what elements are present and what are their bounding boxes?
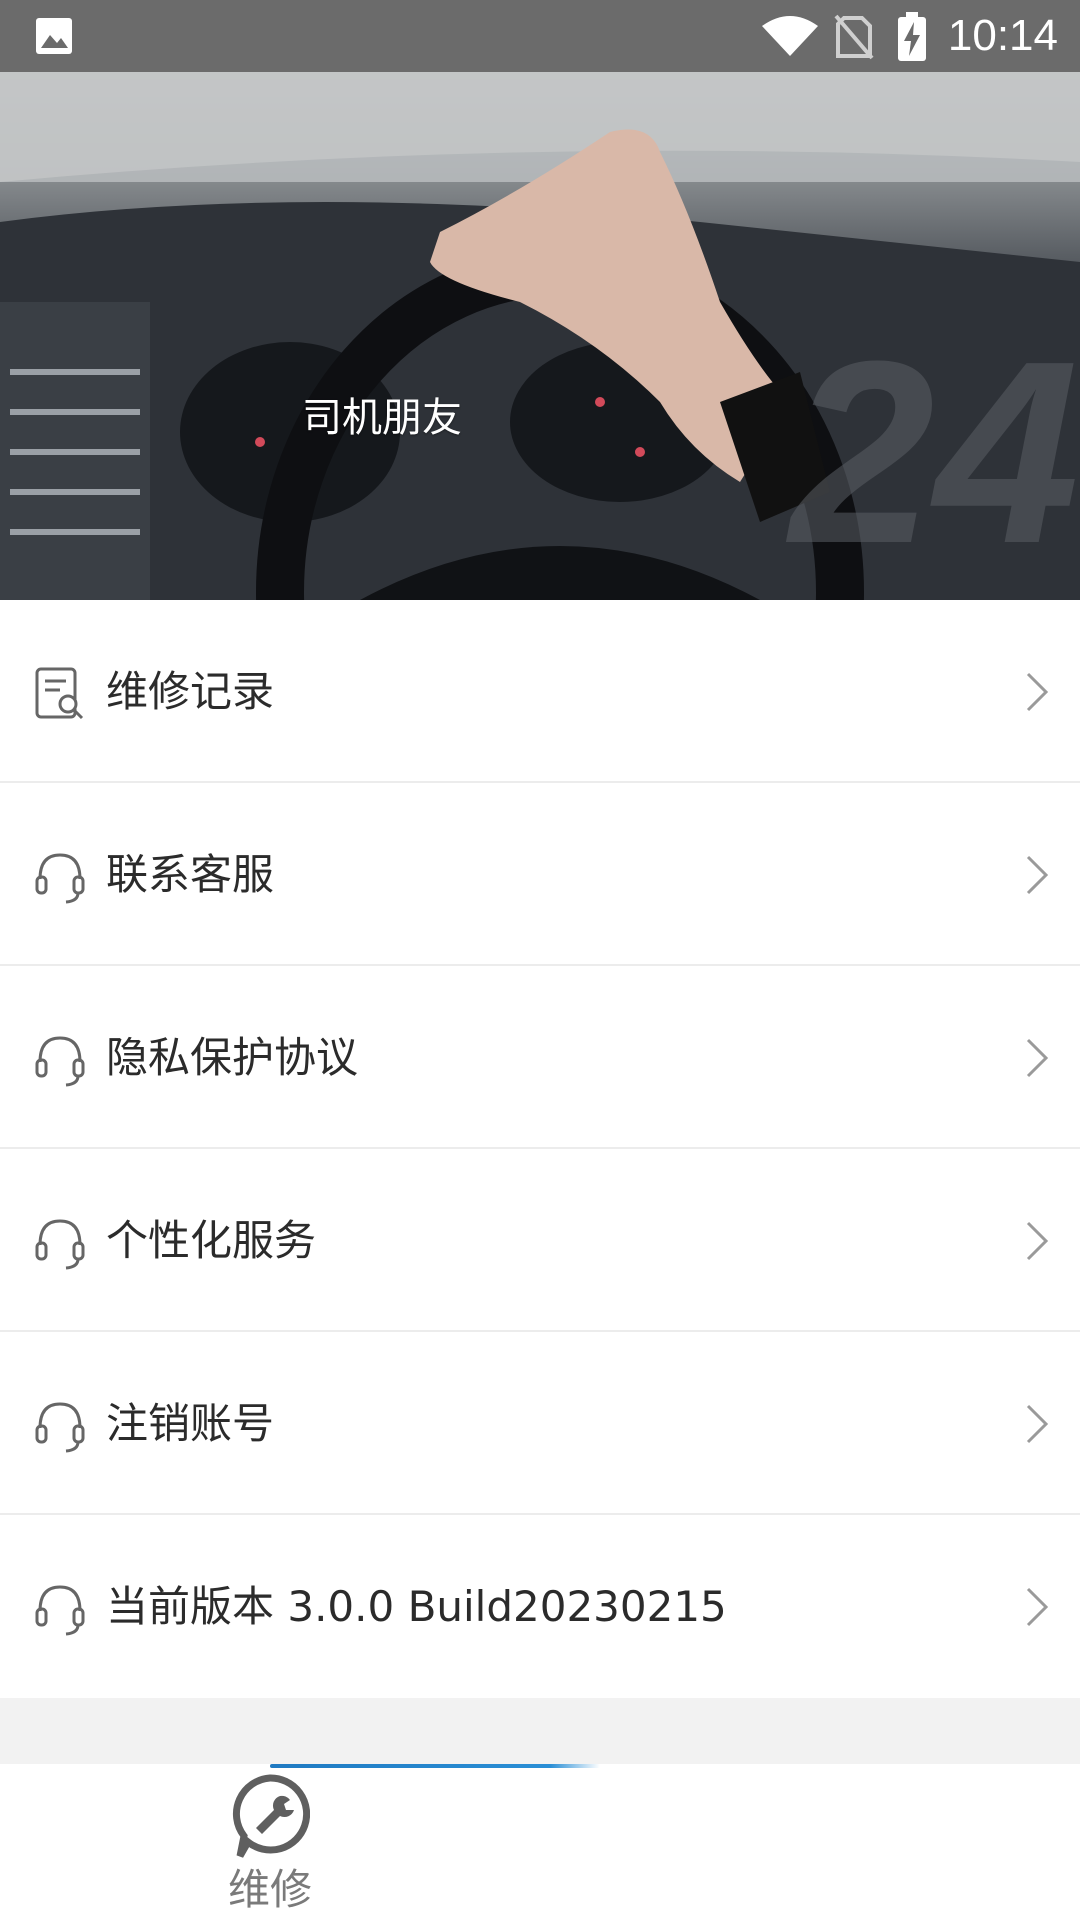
tab-repair[interactable]: 维修 [220,1770,320,1920]
chevron-right-icon [1026,1221,1049,1261]
menu-item-contact-support[interactable]: 联系客服 [0,783,1080,966]
menu-item-label: 个性化服务 [106,1216,317,1265]
status-bar: 10:14 [0,0,1080,72]
gallery-icon [36,18,72,54]
header-banner: 24 司机朋友 [0,72,1080,600]
tab-label: 维修 [227,1865,312,1914]
chevron-right-icon [1026,672,1049,712]
chevron-right-icon [1026,1038,1049,1078]
headset-icon [35,1402,85,1453]
menu-item-privacy-policy[interactable]: 隐私保护协议 [0,966,1080,1149]
headset-icon [35,1036,85,1087]
wrench-chat-icon [232,1774,310,1858]
menu-item-label: 联系客服 [106,850,275,899]
screen: 10:14 24 司机朋友 维修记录 联系客服 隐私保护协议 个性化服务 注销账… [0,0,1080,1920]
chevron-right-icon [1026,1587,1049,1627]
svg-text:24: 24 [786,308,1079,598]
chevron-right-icon [1026,855,1049,895]
battery-charging-icon [898,12,926,61]
menu-list: 维修记录 联系客服 隐私保护协议 个性化服务 注销账号 当前版本 3.0.0 B… [0,600,1080,1698]
menu-item-label: 隐私保护协议 [106,1033,359,1082]
clock: 10:14 [947,11,1058,60]
headset-icon [35,1219,85,1270]
active-tab-indicator [270,1764,600,1768]
menu-item-label: 当前版本 3.0.0 Build20230215 [106,1582,727,1631]
menu-item-current-version[interactable]: 当前版本 3.0.0 Build20230215 [0,1515,1080,1698]
steering-wheel-photo: 24 [0,72,1080,600]
menu-item-repair-records[interactable]: 维修记录 [0,600,1080,783]
wifi-icon [762,16,818,56]
repair-record-icon [35,667,84,720]
no-sim-icon [834,14,874,60]
menu-item-label: 注销账号 [106,1399,275,1448]
bottom-tab-bar: 维修 [0,1764,1080,1920]
driver-name: 司机朋友 [302,395,462,441]
headset-icon [35,1585,85,1636]
menu-item-delete-account[interactable]: 注销账号 [0,1332,1080,1515]
menu-item-personalized-service[interactable]: 个性化服务 [0,1149,1080,1332]
menu-item-label: 维修记录 [106,667,275,716]
headset-icon [35,853,85,904]
content-spacer [0,1698,1080,1764]
chevron-right-icon [1026,1404,1049,1444]
